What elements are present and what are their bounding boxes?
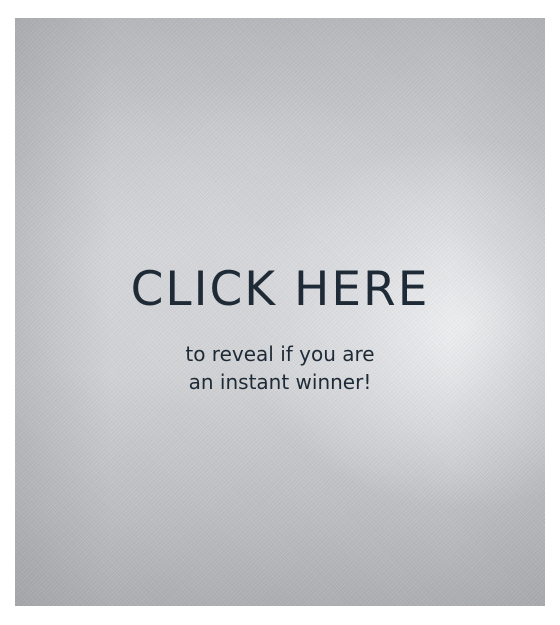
page: CLICK HERE to reveal if you are an insta… bbox=[0, 0, 560, 625]
reveal-instructions-line-2: an instant winner! bbox=[188, 370, 372, 394]
reveal-instructions: to reveal if you are an instant winner! bbox=[15, 340, 545, 396]
click-here-headline: CLICK HERE bbox=[130, 262, 430, 317]
reveal-instructions-line-1: to reveal if you are bbox=[185, 342, 375, 366]
scratch-card-reveal[interactable]: CLICK HERE to reveal if you are an insta… bbox=[15, 18, 545, 606]
card-text-block: CLICK HERE to reveal if you are an insta… bbox=[15, 264, 545, 396]
